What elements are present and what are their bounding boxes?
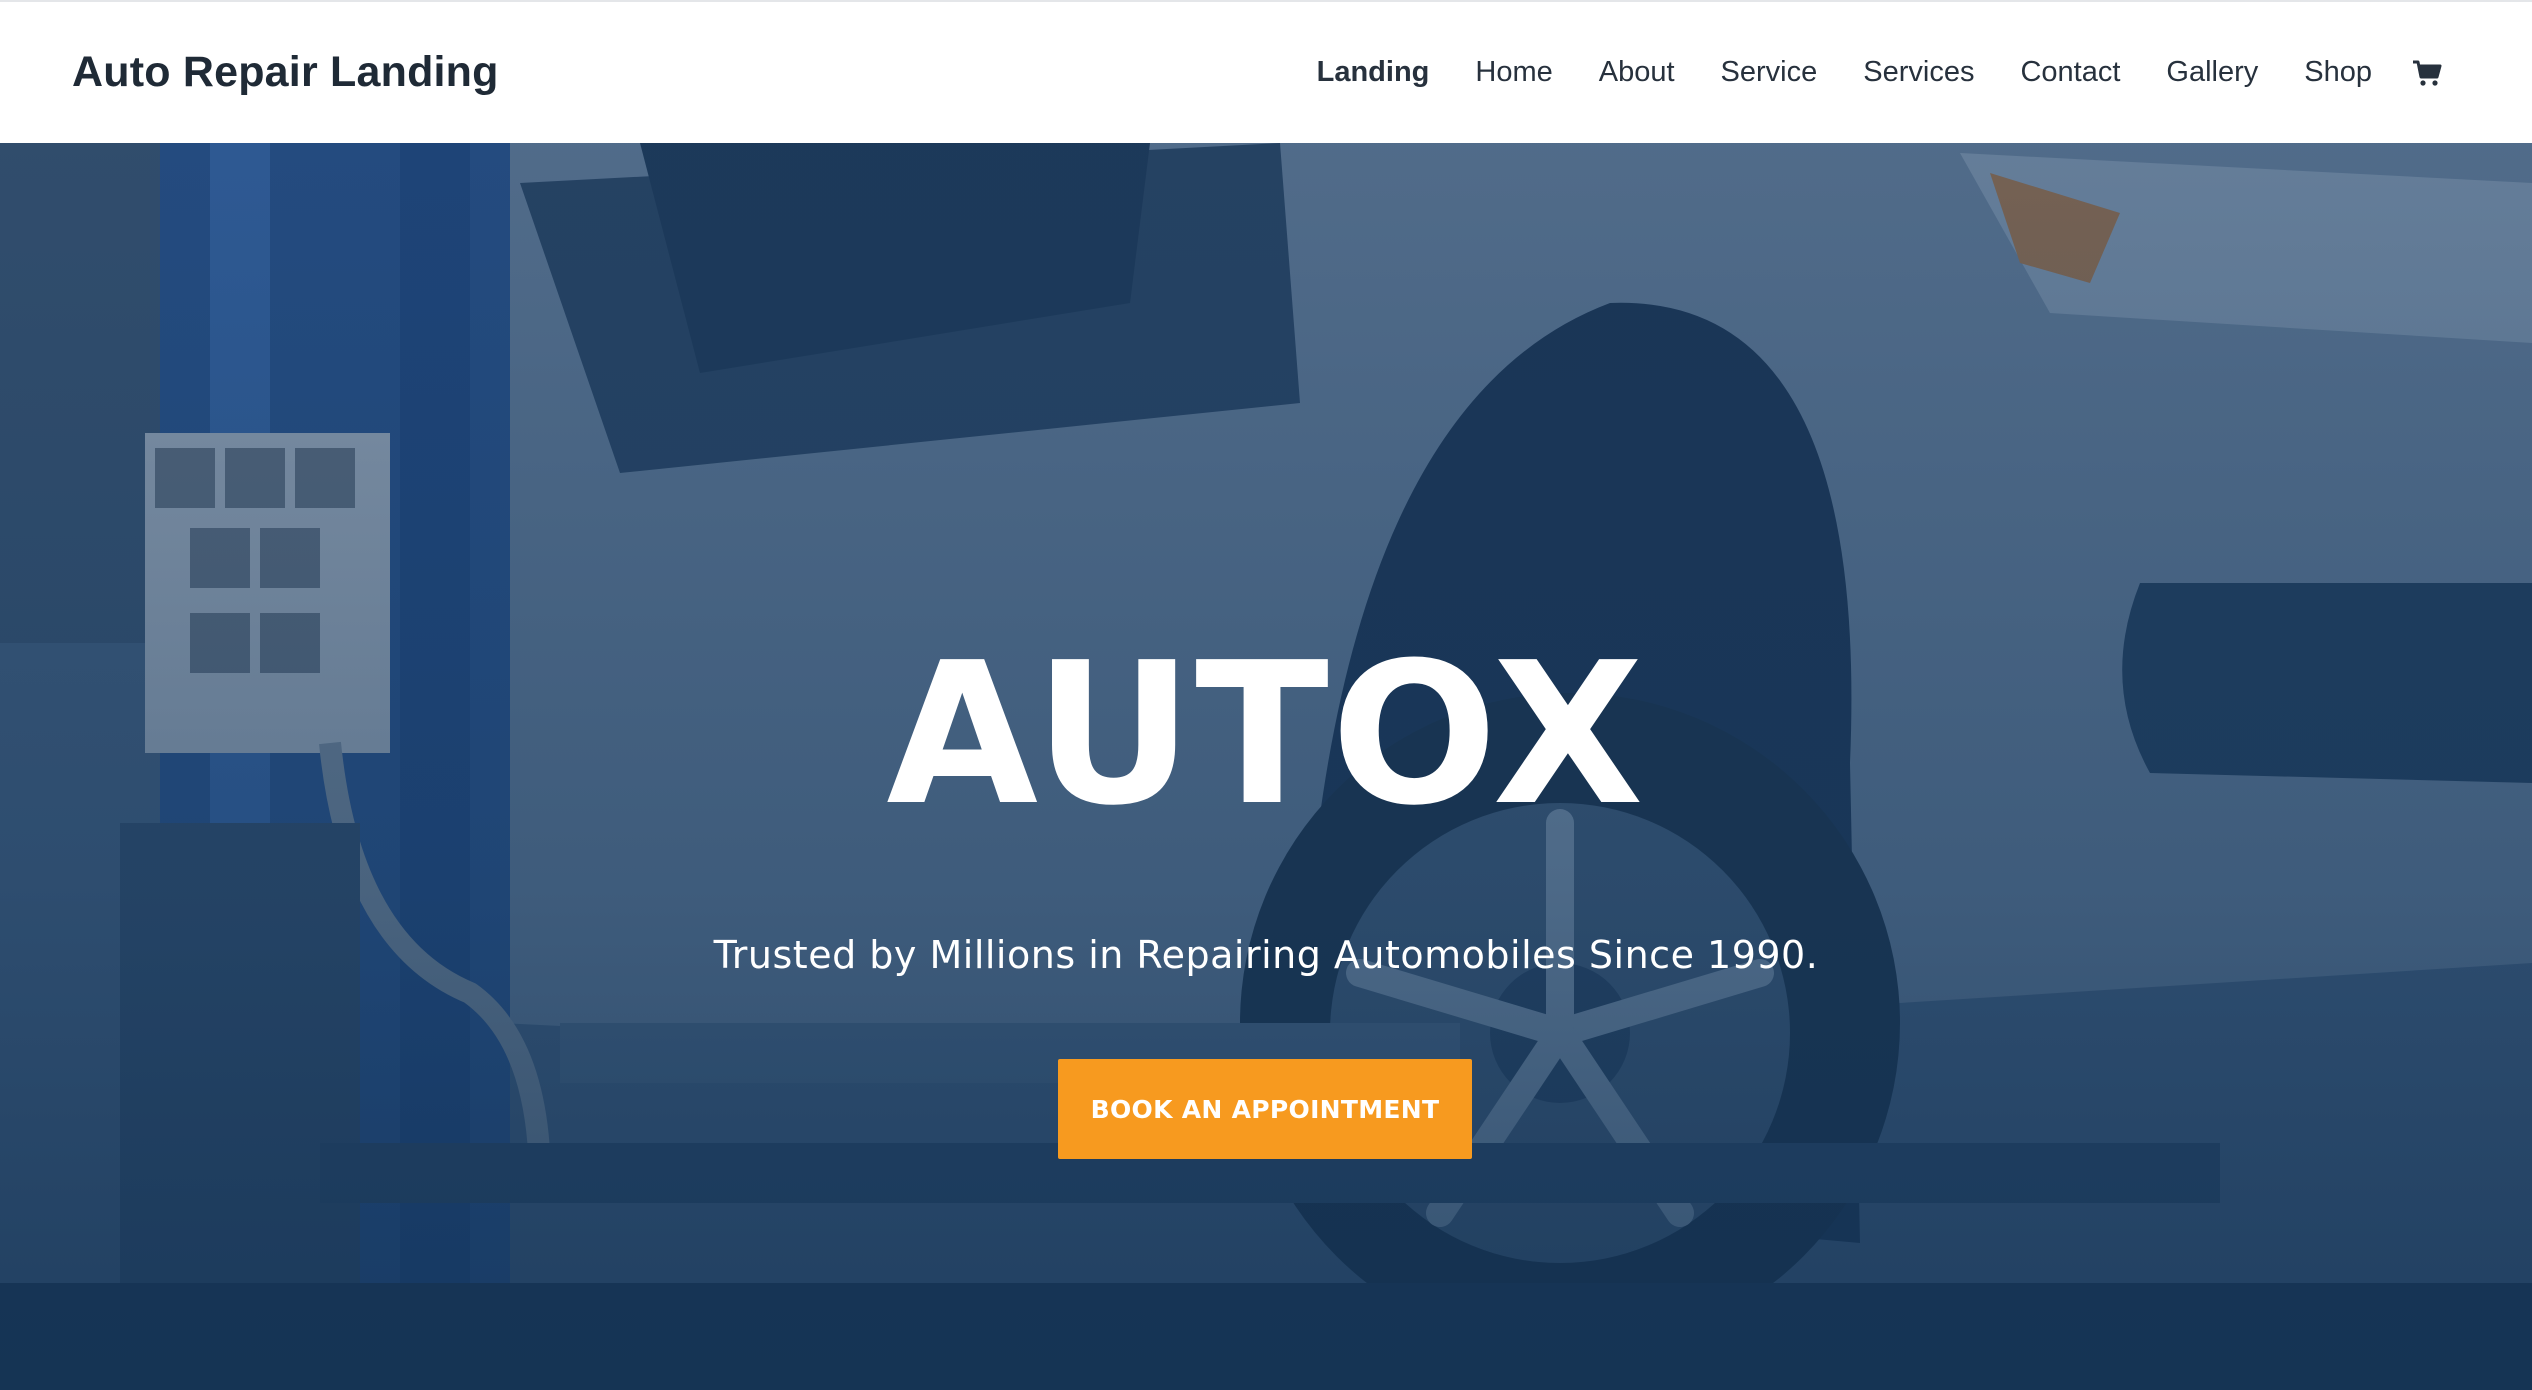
page: Auto Repair Landing Landing Home About S… xyxy=(0,0,2532,1390)
nav-item-gallery[interactable]: Gallery xyxy=(2166,56,2258,89)
nav-item-landing[interactable]: Landing xyxy=(1317,56,1430,89)
hero-subtitle: Trusted by Millions in Repairing Automob… xyxy=(713,933,1819,977)
hero-content: AUTOX Trusted by Millions in Repairing A… xyxy=(0,143,2532,1390)
nav-item-shop[interactable]: Shop xyxy=(2304,56,2372,89)
site-header: Auto Repair Landing Landing Home About S… xyxy=(0,0,2532,143)
nav-item-contact[interactable]: Contact xyxy=(2020,56,2120,89)
hero-title: AUTOX xyxy=(886,621,1646,849)
nav-item-about[interactable]: About xyxy=(1599,56,1675,89)
nav-item-service[interactable]: Service xyxy=(1721,56,1818,89)
nav-item-home[interactable]: Home xyxy=(1475,56,1552,89)
site-title[interactable]: Auto Repair Landing xyxy=(72,48,499,97)
hero-section: AUTOX Trusted by Millions in Repairing A… xyxy=(0,143,2532,1390)
book-appointment-button[interactable]: BOOK AN APPOINTMENT xyxy=(1058,1059,1472,1159)
main-nav: Landing Home About Service Services Cont… xyxy=(1271,56,2442,89)
nav-item-services[interactable]: Services xyxy=(1863,56,1974,89)
shopping-cart-icon[interactable] xyxy=(2412,59,2442,87)
